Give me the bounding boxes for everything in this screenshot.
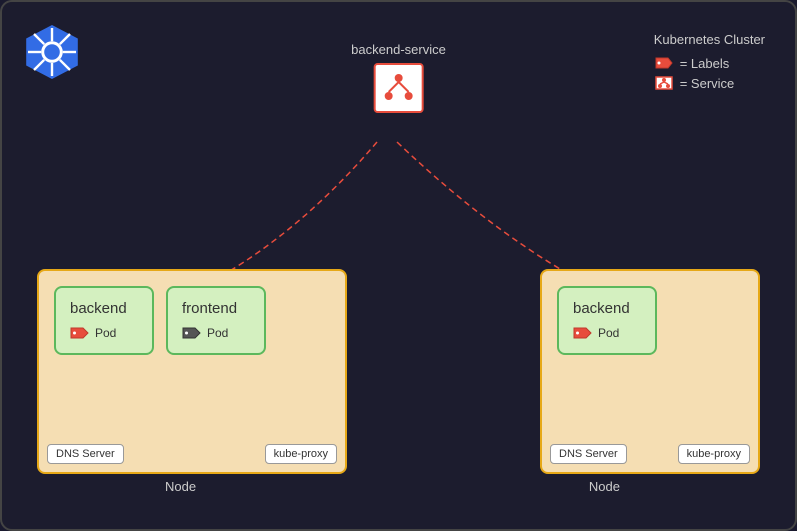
legend-service: = Service xyxy=(654,75,765,91)
pods-right: backend Pod xyxy=(557,286,743,355)
node-label-left: Node xyxy=(165,479,196,494)
legend-service-text: = Service xyxy=(680,76,735,91)
legend: Kubernetes Cluster = Labels = Service xyxy=(654,32,765,95)
legend-title: Kubernetes Cluster xyxy=(654,32,765,47)
kube-proxy-badge-left: kube-proxy xyxy=(265,444,337,464)
pod-label-row-backend-right: Pod xyxy=(573,325,619,341)
pod-label-row-backend-left: Pod xyxy=(70,325,116,341)
pod-badge-backend-left: Pod xyxy=(95,326,116,340)
node-right: backend Pod DNS Server kube-proxy xyxy=(540,269,760,474)
pod-frontend-left: frontend Pod xyxy=(166,286,266,355)
tag-icon-dark-left xyxy=(182,325,202,341)
node-left: backend Pod frontend Pod xyxy=(37,269,347,474)
pod-badge-frontend-left: Pod xyxy=(207,326,228,340)
pod-backend-left: backend Pod xyxy=(54,286,154,355)
pod-name-backend-left: backend xyxy=(70,300,127,317)
pod-label-row-frontend-left: Pod xyxy=(182,325,228,341)
legend-labels: = Labels xyxy=(654,55,765,71)
node-label-right: Node xyxy=(589,479,620,494)
kubernetes-logo xyxy=(22,22,82,82)
kube-proxy-badge-right: kube-proxy xyxy=(678,444,750,464)
dns-badge-right: DNS Server xyxy=(550,444,627,464)
dns-badge-left: DNS Server xyxy=(47,444,124,464)
service-box: backend-service xyxy=(351,42,446,113)
service-name: backend-service xyxy=(351,42,446,57)
pod-backend-right: backend Pod xyxy=(557,286,657,355)
main-diagram: Kubernetes Cluster = Labels = Service ba… xyxy=(0,0,797,531)
tag-icon-red-right xyxy=(573,325,593,341)
pods-left: backend Pod frontend Pod xyxy=(54,286,330,355)
service-icon xyxy=(374,63,424,113)
pod-name-backend-right: backend xyxy=(573,300,630,317)
tag-icon-red-left xyxy=(70,325,90,341)
pod-name-frontend-left: frontend xyxy=(182,300,237,317)
legend-labels-text: = Labels xyxy=(680,56,730,71)
pod-badge-backend-right: Pod xyxy=(598,326,619,340)
